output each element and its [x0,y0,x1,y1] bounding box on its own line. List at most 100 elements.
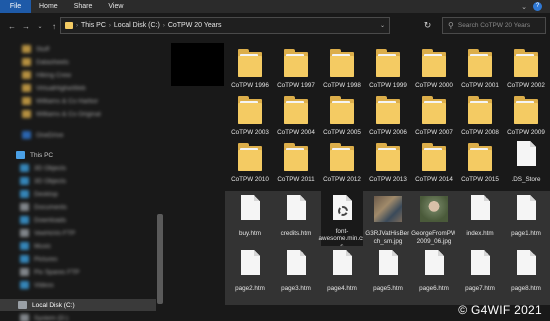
ribbon-tabs: File Home Share View ⌄ ? [0,0,550,13]
file-item-cotpw-2013[interactable]: CoTPW 2013 [363,137,413,196]
sidebar-item-onedrive[interactable]: OneDrive [22,129,63,141]
sidebar-item-label: System (D:) [34,314,69,321]
sidebar-item-label: Pix Spares FTP [34,268,80,276]
sidebar-item-this-pc[interactable]: This PC [16,149,53,161]
sidebar-item-local-disk-c[interactable]: Local Disk (C:) [0,299,156,311]
sidebar-item-stuff[interactable]: Stuff [22,43,49,55]
chevron-down-icon[interactable]: ⌄ [521,3,527,11]
sidebar-item-system-d[interactable]: System (D:) [20,312,68,321]
breadcrumb-cotpw-20-years[interactable]: CoTPW 20 Years [168,22,222,29]
sidebar-item-documents[interactable]: Documents [20,201,67,213]
file-item-g3rjvathisbench-sm-jpg[interactable]: G3RJVatHisBench_sm.jpg [363,191,413,250]
file-item-page7-htm[interactable]: page7.htm [455,246,505,305]
sidebar-item-label: Desktop [34,190,58,198]
document-icon [462,193,498,229]
file-name-label: credits.htm [280,230,312,237]
sidebar-item-williams-co-harbor[interactable]: Williams & Co Harbor [22,95,98,107]
file-item-cotpw-2011[interactable]: CoTPW 2011 [271,137,321,196]
file-name-label: CoTPW 2001 [461,82,499,89]
sidebar-item-music[interactable]: Music [20,240,51,252]
sidebar-item-datasheets[interactable]: Datasheets [22,56,69,68]
sidebar-item-3d-objects[interactable]: 3D Objects [20,162,66,174]
file-item-font-awesome-min-css[interactable]: font-awesome.min.css [317,191,367,250]
folder-icon [370,139,406,175]
copyright-watermark: © G4WIF 2021 [458,303,542,317]
tab-share[interactable]: Share [66,0,101,13]
file-name-label: CoTPW 2011 [277,176,315,183]
sidebar-item-hiking-crew[interactable]: Hiking Crew [22,69,71,81]
file-item-page8-htm[interactable]: page8.htm [501,246,550,305]
tab-view[interactable]: View [100,0,131,13]
document-icon [232,193,268,229]
tab-file[interactable]: File [0,0,31,13]
file-item-cotpw-2012[interactable]: CoTPW 2012 [317,137,367,196]
recent-locations-chevron-icon[interactable]: ⌄ [34,18,46,34]
file-item-page3-htm[interactable]: page3.htm [271,246,321,305]
sidebar-item-label: OneDrive [36,131,64,139]
folder-icon [324,139,360,175]
sidebar-item-williams-co-original[interactable]: Williams & Co Original [22,108,101,120]
folder-icon [20,190,29,198]
file-item-georgefrompw2009-06-jpg[interactable]: GeorgeFromPW2009_06.jpg [409,191,459,250]
file-item-index-htm[interactable]: index.htm [455,191,505,250]
sidebar-item-veehovo-ftp[interactable]: VeeHoVo FTP [20,227,75,239]
folder-icon [20,216,29,224]
sidebar-item-label: VeeHoVo FTP [34,229,76,237]
css-file-icon [324,193,360,227]
file-item-page1-htm[interactable]: page1.htm [501,191,550,250]
sidebar-item-virtualhighwweb[interactable]: VirtualHighwWeb [22,82,86,94]
folder-icon [20,314,29,321]
chevron-right-icon: › [108,22,111,29]
file-item-page5-htm[interactable]: page5.htm [363,246,413,305]
folder-icon [462,45,498,81]
file-item-cotpw-2015[interactable]: CoTPW 2015 [455,137,505,196]
file-item-cotpw-2014[interactable]: CoTPW 2014 [409,137,459,196]
file-item-buy-htm[interactable]: buy.htm [225,191,275,250]
sidebar-item-pictures[interactable]: Pictures [20,253,57,265]
search-box[interactable]: ⚲ [442,17,546,34]
sidebar-item-downloads[interactable]: Downloads [20,214,66,226]
sidebar-item-3d-objects[interactable]: 3D Objects [20,175,66,187]
address-dropdown-icon[interactable]: ⌄ [380,22,389,29]
sidebar-item-label: Downloads [34,216,67,224]
file-item-page6-htm[interactable]: page6.htm [409,246,459,305]
file-item-ds-store[interactable]: .DS_Store [501,137,550,196]
breadcrumb-local-disk[interactable]: Local Disk (C:) [114,22,160,29]
file-item-page4-htm[interactable]: page4.htm [317,246,367,305]
sidebar-item-pix-spares-ftp[interactable]: Pix Spares FTP [20,266,80,278]
file-name-label: CoTPW 1998 [323,82,361,89]
file-name-label: CoTPW 1997 [277,82,315,89]
file-item-credits-htm[interactable]: credits.htm [271,191,321,250]
help-icon[interactable]: ? [533,2,542,11]
forward-arrow-icon[interactable]: → [20,18,32,34]
sidebar-item-label: Videos [34,281,54,289]
folder-icon [416,45,452,81]
refresh-icon[interactable]: ↻ [420,17,435,34]
folder-icon [65,22,73,29]
file-name-label: CoTPW 2007 [415,129,453,136]
breadcrumb-this-pc[interactable]: This PC [81,22,106,29]
sidebar-item-videos[interactable]: Videos [20,279,54,291]
image-thumbnail-icon [416,193,452,229]
folder-icon [278,92,314,128]
up-arrow-icon[interactable]: ↑ [48,18,60,34]
search-input[interactable] [457,22,546,29]
file-item-cotpw-2010[interactable]: CoTPW 2010 [225,137,275,196]
folder-icon [22,71,31,79]
file-name-label: CoTPW 2004 [277,129,315,136]
folder-icon [508,45,544,81]
back-arrow-icon[interactable]: ← [6,18,18,34]
file-item-page2-htm[interactable]: page2.htm [225,246,275,305]
file-item-blank-thumbnail[interactable] [171,43,224,102]
nav-scrollbar[interactable] [157,214,163,304]
address-bar[interactable]: › This PC › Local Disk (C:) › CoTPW 20 Y… [60,17,390,34]
sidebar-item-label: Hiking Crew [36,71,72,79]
file-name-label: CoTPW 2009 [507,129,545,136]
sidebar-item-desktop[interactable]: Desktop [20,188,58,200]
folder-icon [370,45,406,81]
file-name-label: index.htm [466,230,494,237]
file-name-label: CoTPW 1999 [369,82,407,89]
navigation-pane: Stuff Datasheets Hiking Crew VirtualHighwWe… [0,39,165,321]
tab-home[interactable]: Home [31,0,66,13]
document-icon [508,139,544,175]
